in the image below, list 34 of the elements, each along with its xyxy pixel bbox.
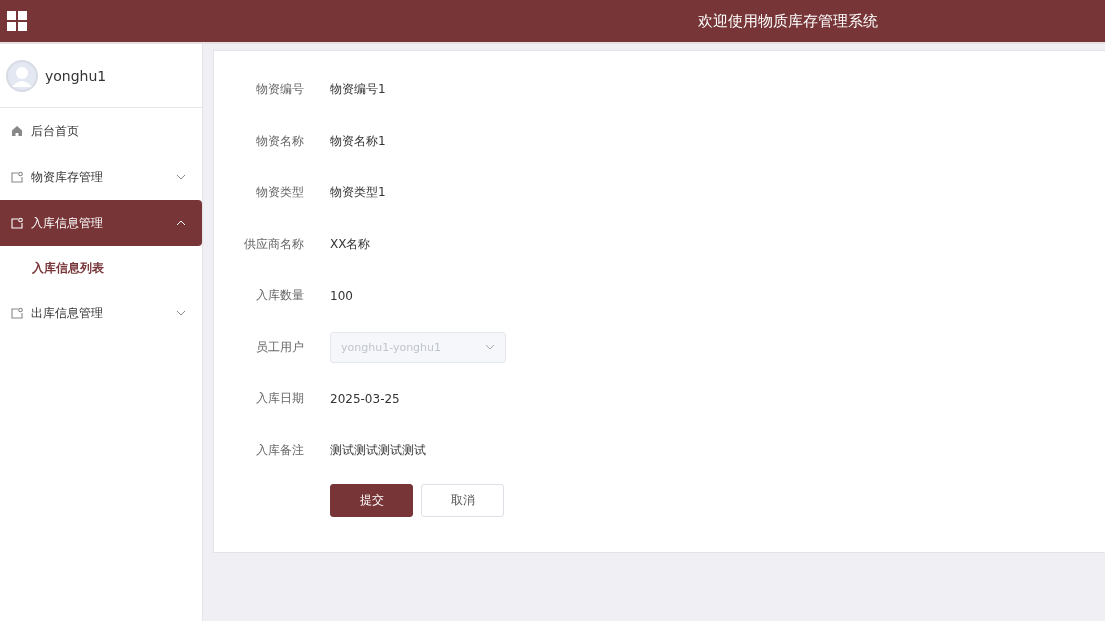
field-value: 100 bbox=[330, 288, 353, 303]
cancel-button[interactable]: 取消 bbox=[421, 484, 504, 517]
field-value: 测试测试测试测试 bbox=[330, 441, 426, 459]
field-value: 物资类型1 bbox=[330, 184, 386, 202]
submit-button[interactable]: 提交 bbox=[330, 484, 413, 517]
field-label: 物资编号 bbox=[255, 81, 304, 99]
field-label: 入库日期 bbox=[255, 390, 304, 408]
field-value: 物资编号1 bbox=[330, 81, 386, 99]
avatar-icon bbox=[6, 59, 38, 92]
grid-menu-icon[interactable] bbox=[7, 11, 27, 31]
field-label: 入库数量 bbox=[255, 287, 304, 305]
menu-item[interactable]: 后台首页 bbox=[0, 108, 202, 154]
system-title: 欢迎使用物质库存管理系统 bbox=[698, 11, 878, 31]
field-label: 供应商名称 bbox=[243, 235, 304, 253]
menu-item[interactable]: 入库信息管理 bbox=[0, 200, 202, 246]
chevron-down-icon bbox=[176, 310, 186, 316]
field-value: 物资名称1 bbox=[330, 132, 386, 150]
field-label: 员工用户 bbox=[255, 338, 304, 356]
home-icon bbox=[11, 125, 23, 137]
username: yonghu1 bbox=[45, 67, 107, 84]
submenu-item[interactable]: 入库信息列表 bbox=[0, 246, 202, 290]
chevron-down-icon bbox=[485, 344, 495, 351]
field-label: 物资类型 bbox=[255, 184, 304, 202]
field-value: XX名称 bbox=[330, 235, 371, 253]
folder-icon bbox=[11, 217, 23, 229]
menu-item[interactable]: 出库信息管理 bbox=[0, 290, 202, 336]
folder-icon bbox=[11, 171, 23, 183]
menu-item[interactable]: 物资库存管理 bbox=[0, 154, 202, 200]
field-value: 2025-03-25 bbox=[330, 391, 400, 406]
folder-icon bbox=[11, 307, 23, 319]
chevron-down-icon bbox=[176, 174, 186, 180]
field-label: 物资名称 bbox=[255, 132, 304, 150]
chevron-up-icon bbox=[176, 220, 186, 226]
field-label: 入库备注 bbox=[255, 441, 304, 459]
